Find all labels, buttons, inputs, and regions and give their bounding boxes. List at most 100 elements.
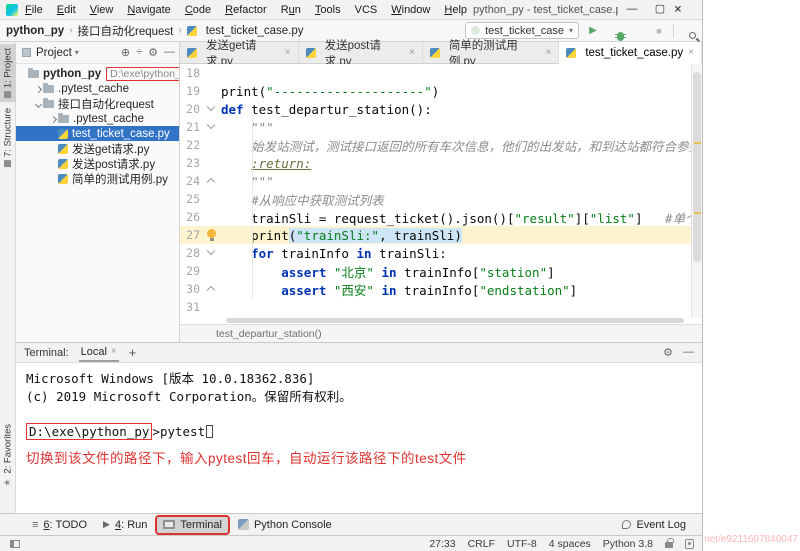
editor-tab[interactable]: 简单的测试用例.py×: [423, 42, 560, 63]
tree-item[interactable]: 接口自动化request: [16, 96, 179, 111]
folder-icon: [43, 100, 54, 108]
tool-window-button-favorites[interactable]: ★2: Favorites: [0, 420, 16, 491]
chevron-down-icon[interactable]: ▾: [75, 48, 79, 57]
fold-icon[interactable]: [207, 247, 215, 255]
intention-bulb-icon[interactable]: [207, 229, 216, 238]
close-icon[interactable]: ×: [688, 47, 694, 58]
status-interpreter[interactable]: Python 3.8: [603, 538, 653, 550]
pytest-icon: [471, 26, 480, 35]
tool-window-button---run[interactable]: ▶4: Run: [97, 517, 153, 533]
fold-icon[interactable]: [207, 121, 215, 129]
chevron-right-icon[interactable]: [48, 113, 58, 125]
tool-window-button-python-console[interactable]: Python Console: [232, 517, 338, 533]
breadcrumb-item[interactable]: test_ticket_case.py: [206, 25, 304, 37]
status-caret-position[interactable]: 27:33: [429, 538, 455, 550]
code-line: 22 始发站测试，测试接口返回的所有车次信息，他们的出发站，和到达站都符合参数约…: [180, 136, 702, 154]
new-terminal-button[interactable]: +: [129, 345, 137, 360]
tool-window-button---todo[interactable]: ≡6: TODO: [26, 517, 93, 533]
tree-item[interactable]: test_ticket_case.py: [16, 126, 179, 141]
folder-icon: [43, 85, 54, 93]
editor-tab[interactable]: 发送get请求.py×: [180, 42, 299, 63]
menu-bar: File Edit View Navigate Code Refactor Run Tools…: [25, 4, 467, 16]
status-line-separator[interactable]: CRLF: [468, 538, 495, 550]
close-icon[interactable]: ×: [409, 47, 415, 58]
editor-tab[interactable]: test_ticket_case.py×: [559, 42, 702, 64]
menu-item-vcs[interactable]: VCS: [355, 4, 378, 16]
close-icon[interactable]: ×: [546, 47, 552, 58]
menu-item-run[interactable]: Run: [281, 4, 301, 16]
menu-item-code[interactable]: Code: [185, 4, 211, 16]
locate-file-button[interactable]: ⊕: [121, 46, 130, 59]
minimize-button[interactable]: —: [618, 0, 646, 19]
menu-item-view[interactable]: View: [90, 4, 114, 16]
fold-icon[interactable]: [207, 286, 215, 294]
tree-item-label: .pytest_cache: [58, 83, 129, 95]
python-file-icon: [58, 144, 68, 154]
gear-icon[interactable]: ⚙: [663, 346, 673, 359]
maximize-button[interactable]: ▢: [646, 0, 674, 19]
tree-item-label: test_ticket_case.py: [72, 128, 170, 140]
code-line: 29 assert "北京" in trainInfo["station"]: [180, 262, 702, 280]
stop-button[interactable]: ■: [651, 26, 667, 36]
close-icon[interactable]: ×: [285, 47, 291, 58]
gear-icon[interactable]: ⚙: [148, 46, 158, 59]
status-indent-style[interactable]: 4 spaces: [549, 538, 591, 550]
editor-breadcrumb[interactable]: test_departur_station(): [180, 324, 702, 342]
tree-item[interactable]: .pytest_cache: [16, 81, 179, 96]
line-number: 19: [180, 84, 206, 98]
hide-panel-button[interactable]: —: [683, 346, 694, 359]
close-icon[interactable]: ×: [111, 346, 117, 357]
terminal-tab-local[interactable]: Local ×: [79, 343, 119, 362]
tree-item[interactable]: 简单的测试用例.py: [16, 171, 179, 186]
breadcrumb-item[interactable]: python_py: [6, 25, 64, 37]
inspections-icon[interactable]: [685, 539, 694, 549]
horizontal-scrollbar[interactable]: [180, 318, 702, 324]
code-line: 18: [180, 64, 702, 82]
code-line: 26 trainSli = request_ticket().json()["r…: [180, 208, 702, 226]
menu-item-help[interactable]: Help: [444, 4, 467, 16]
python-file-icon: [187, 48, 197, 58]
chevron-down-icon[interactable]: [33, 98, 43, 110]
code-text: :return:: [221, 156, 311, 171]
divider: [673, 24, 674, 38]
tree-item-label: .pytest_cache: [73, 113, 144, 125]
line-number: 31: [180, 300, 206, 314]
editor-tab[interactable]: 发送post请求.py×: [299, 42, 423, 63]
fold-icon[interactable]: [207, 178, 215, 186]
close-button[interactable]: ×: [674, 1, 702, 19]
tree-item[interactable]: 发送get请求.py: [16, 141, 179, 156]
code-text: assert "北京" in trainInfo["station"]: [221, 262, 555, 281]
menu-item-file[interactable]: File: [25, 4, 43, 16]
menu-item-tools[interactable]: Tools: [315, 4, 341, 16]
hide-panel-button[interactable]: —: [164, 46, 175, 59]
menu-item-edit[interactable]: Edit: [57, 4, 76, 16]
terminal-output[interactable]: Microsoft Windows [版本 10.0.18362.836](c)…: [16, 363, 702, 513]
lock-icon[interactable]: [665, 542, 673, 548]
menu-item-refactor[interactable]: Refactor: [225, 4, 267, 16]
breadcrumb-item[interactable]: 接口自动化request: [77, 23, 173, 39]
chevron-right-icon[interactable]: [33, 83, 43, 95]
code-line: 25 #从响应中获取测试列表: [180, 190, 702, 208]
tool-window-button-label: 4: Run: [115, 519, 147, 531]
event-log-button[interactable]: Event Log: [622, 519, 686, 531]
tool-window-button-structure[interactable]: 7: Structure: [0, 104, 16, 171]
terminal-path-annotated: D:\exe\python_py: [26, 423, 152, 440]
tree-item[interactable]: 发送post请求.py: [16, 156, 179, 171]
terminal-panel: Terminal: Local × + ⚙ — Microsoft Window…: [16, 342, 702, 513]
collapse-all-button[interactable]: ÷: [136, 46, 142, 59]
code-editor[interactable]: 1819print("--------------------")20def t…: [180, 64, 702, 318]
terminal-line: [26, 404, 702, 422]
menu-item-navigate[interactable]: Navigate: [127, 4, 170, 16]
tree-item[interactable]: python_pyD:\exe\python_py: [16, 66, 179, 81]
menu-item-window[interactable]: Window: [391, 4, 430, 16]
editor-scrollbar[interactable]: [691, 64, 702, 318]
tool-window-button-terminal[interactable]: Terminal: [157, 517, 228, 533]
tool-window-button-project[interactable]: 1: Project: [0, 44, 16, 102]
tree-item[interactable]: .pytest_cache: [16, 111, 179, 126]
fold-icon[interactable]: [207, 103, 215, 111]
code-text: assert "西安" in trainInfo["endstation"]: [221, 280, 577, 299]
tool-window-switcher-icon[interactable]: [10, 540, 20, 548]
pyconsole-icon: [238, 519, 249, 530]
run-button[interactable]: ▶: [585, 25, 601, 36]
status-encoding[interactable]: UTF-8: [507, 538, 537, 550]
